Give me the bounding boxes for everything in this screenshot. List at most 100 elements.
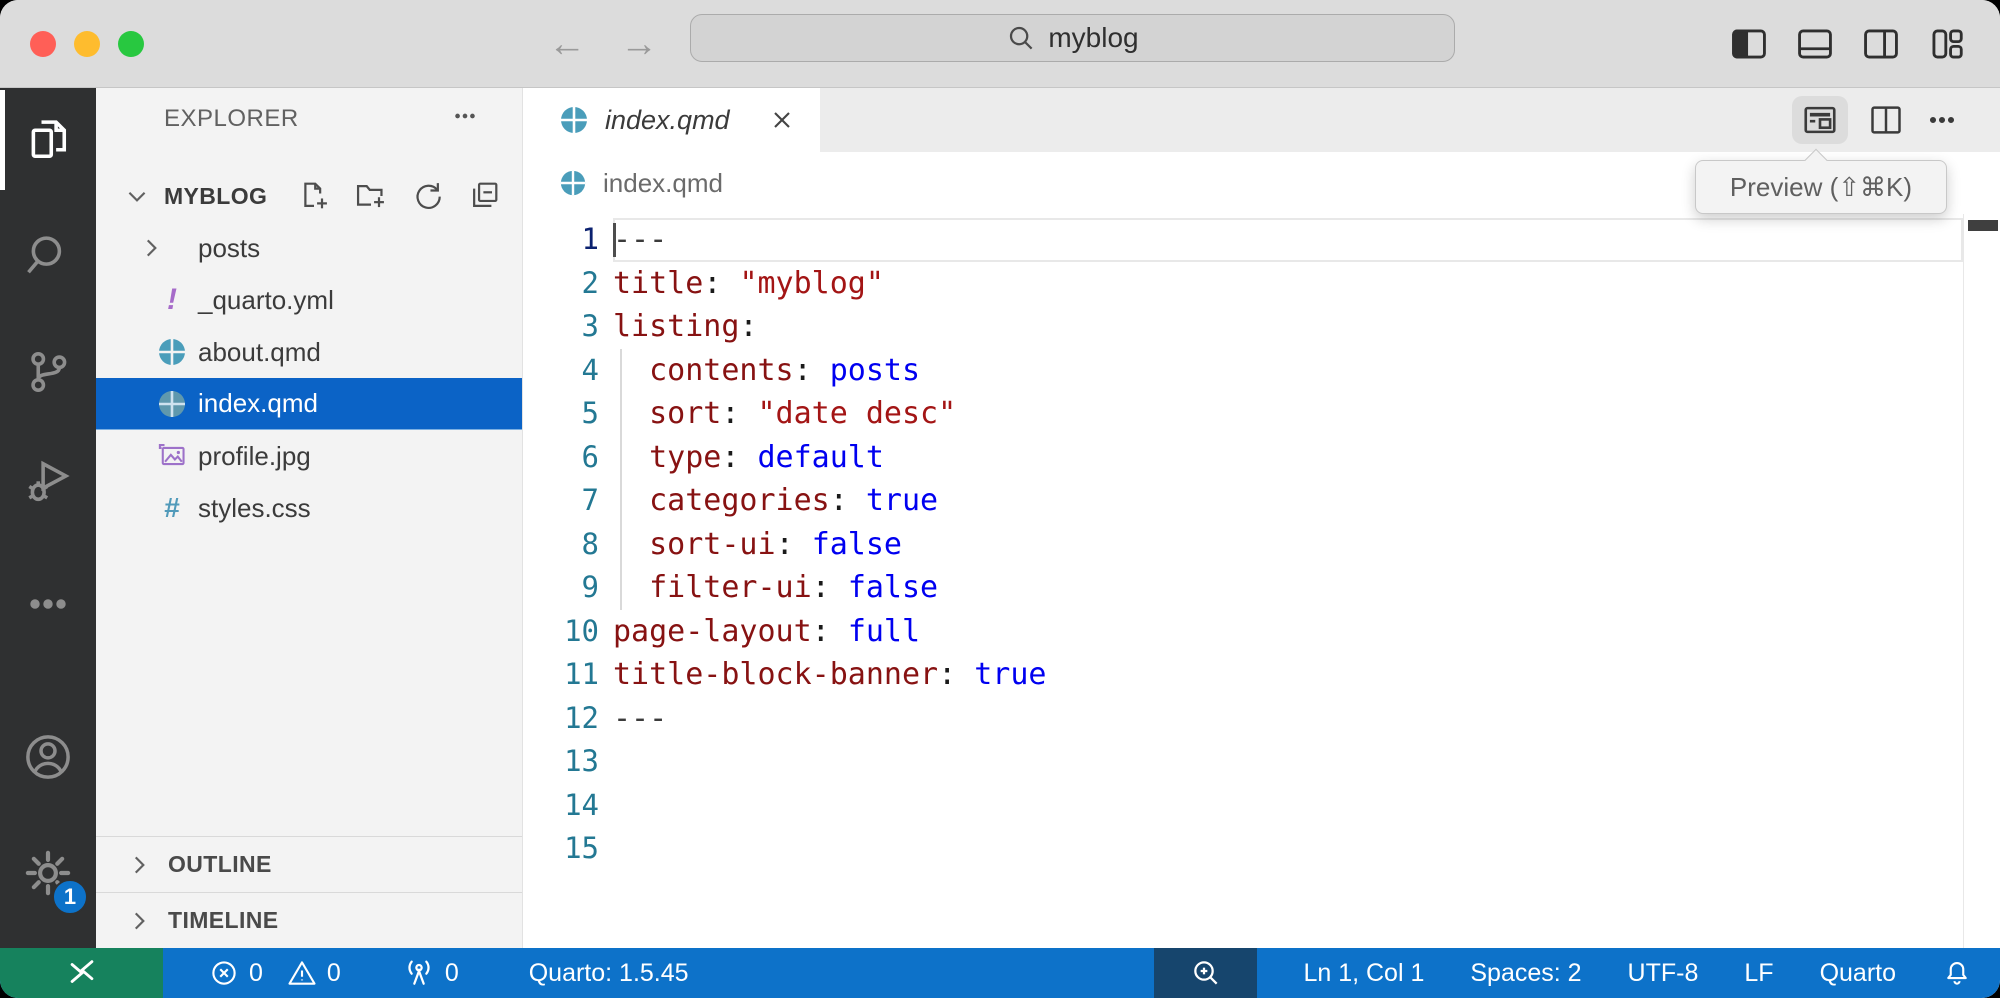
split-editor-button[interactable] [1868, 103, 1904, 137]
code-token: contents [649, 353, 794, 388]
code-token: : [830, 483, 866, 518]
editor-group: index.qmd [523, 88, 2000, 948]
code-line[interactable]: 8 sort-ui: false [523, 523, 2000, 567]
bell-icon[interactable] [1942, 958, 1972, 988]
refresh-explorer-button[interactable] [412, 180, 444, 212]
back-button[interactable]: ← [548, 23, 586, 66]
eol-button[interactable]: LF [1744, 959, 1773, 988]
tab-bar: index.qmd [523, 88, 2000, 152]
activity-source-control-button[interactable] [0, 320, 96, 424]
toggle-primary-sidebar-button[interactable] [1730, 27, 1768, 61]
tree-item-styles-css[interactable]: # styles.css [96, 482, 522, 534]
forward-button[interactable]: → [620, 23, 658, 66]
file-name: index.qmd [198, 388, 318, 419]
zoom-tool-button[interactable] [1154, 948, 1257, 998]
code-line[interactable]: 14 [523, 784, 2000, 828]
code-token: : [812, 614, 848, 649]
indent-guide [620, 566, 622, 610]
preview-button[interactable] [1792, 96, 1848, 144]
code-token: sort-ui [649, 527, 775, 562]
debug-icon [22, 454, 74, 506]
timeline-section-header[interactable]: TIMELINE [96, 892, 522, 948]
activity-bar: 1 [0, 88, 96, 948]
code-line[interactable]: 13 [523, 740, 2000, 784]
collapse-folders-button[interactable] [468, 180, 500, 212]
code-token: : [794, 353, 830, 388]
settings-button[interactable]: 1 [0, 821, 96, 925]
language-mode-button[interactable]: Quarto [1820, 959, 1896, 988]
code-line[interactable]: 3listing: [523, 305, 2000, 349]
activity-search-button[interactable] [0, 204, 96, 308]
ellipsis-icon [22, 578, 74, 630]
code-line[interactable]: 10page-layout: full [523, 610, 2000, 654]
ellipsis-icon [448, 99, 482, 133]
outline-section-header[interactable]: OUTLINE [96, 836, 522, 892]
toggle-secondary-sidebar-button[interactable] [1862, 27, 1900, 61]
close-window-button[interactable] [30, 31, 56, 57]
files-icon [22, 114, 74, 166]
tree-item-profile-jpg[interactable]: profile.jpg [96, 430, 522, 482]
code-line[interactable]: 6 type: default [523, 436, 2000, 480]
indentation-button[interactable]: Spaces: 2 [1470, 959, 1581, 988]
code-editor[interactable]: 1---2title: "myblog"3listing:4 contents:… [523, 214, 2000, 948]
code-line[interactable]: 1--- [523, 218, 2000, 262]
chevron-right-icon [126, 852, 152, 878]
code-line[interactable]: 7 categories: true [523, 479, 2000, 523]
code-line[interactable]: 15 [523, 827, 2000, 871]
tab-index-qmd[interactable]: index.qmd [523, 88, 820, 152]
code-line[interactable]: 4 contents: posts [523, 349, 2000, 393]
activity-run-debug-button[interactable] [0, 428, 96, 532]
tree-item-posts[interactable]: posts [96, 222, 522, 274]
activity-more-views-button[interactable] [0, 552, 96, 656]
ellipsis-icon [1924, 103, 1960, 137]
workspace-section-header[interactable]: MYBLOG [96, 170, 522, 222]
tree-item-about-qmd[interactable]: about.qmd [96, 326, 522, 378]
code-token: title-block-banner [613, 657, 938, 692]
problems-button[interactable]: 0 0 [209, 958, 341, 988]
code-token [613, 570, 649, 605]
command-center-search[interactable]: myblog [690, 14, 1455, 62]
tree-item-quarto-yml[interactable]: ! _quarto.yml [96, 274, 522, 326]
editor-more-actions-button[interactable] [1924, 103, 1960, 137]
code-token: title [613, 266, 703, 301]
new-file-button[interactable] [298, 180, 330, 212]
code-token: : [703, 266, 739, 301]
indent-guide [620, 349, 622, 393]
code-line[interactable]: 2title: "myblog" [523, 262, 2000, 306]
cursor-position-button[interactable]: Ln 1, Col 1 [1303, 959, 1424, 988]
indent-guide [620, 479, 622, 523]
customize-layout-button[interactable] [1928, 27, 1966, 61]
yaml-icon: ! [167, 283, 177, 317]
tree-item-index-qmd[interactable]: index.qmd [96, 378, 522, 430]
activity-explorer-button[interactable] [0, 88, 96, 192]
minimize-window-button[interactable] [74, 31, 100, 57]
quarto-version-button[interactable]: Quarto: 1.5.45 [529, 959, 689, 988]
account-icon [20, 729, 76, 785]
accounts-button[interactable] [0, 705, 96, 809]
code-line[interactable]: 5 sort: "date desc" [523, 392, 2000, 436]
broadcast-button[interactable]: 0 [403, 957, 459, 989]
line-number: 9 [523, 566, 613, 610]
line-number: 14 [523, 784, 613, 828]
toggle-panel-button[interactable] [1796, 27, 1834, 61]
code-token: : [739, 309, 757, 344]
line-number: 3 [523, 305, 613, 349]
code-line[interactable]: 12--- [523, 697, 2000, 741]
close-tab-button[interactable] [768, 106, 796, 134]
code-token: --- [613, 701, 667, 736]
chevron-down-icon [124, 183, 150, 209]
zoom-window-button[interactable] [118, 31, 144, 57]
code-line[interactable]: 9 filter-ui: false [523, 566, 2000, 610]
code-line[interactable]: 11title-block-banner: true [523, 653, 2000, 697]
new-folder-button[interactable] [354, 180, 388, 212]
line-number: 11 [523, 653, 613, 697]
text-cursor [613, 223, 616, 257]
quarto-icon [157, 337, 187, 367]
remote-indicator-button[interactable] [0, 948, 163, 998]
explorer-more-actions-button[interactable] [448, 99, 482, 140]
overview-ruler[interactable] [1963, 214, 2000, 948]
image-icon [157, 441, 187, 471]
code-token: true [974, 657, 1046, 692]
encoding-button[interactable]: UTF-8 [1628, 959, 1699, 988]
split-editor-icon [1868, 103, 1904, 137]
